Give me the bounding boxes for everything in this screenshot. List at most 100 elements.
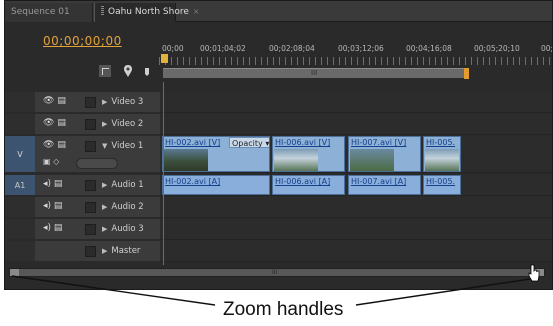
clip-name: HI-007.avi [V] bbox=[351, 138, 407, 147]
clip-name: HI-006.avi [V] bbox=[275, 138, 331, 147]
video-clip[interactable]: HI-005. bbox=[423, 136, 461, 172]
lock-toggle[interactable] bbox=[85, 246, 96, 257]
track-toggles: ◂) ▤ bbox=[43, 223, 62, 235]
playhead-line[interactable] bbox=[163, 82, 164, 265]
tab-sequence-01[interactable]: Sequence 01 bbox=[5, 3, 93, 22]
play-triangle-icon[interactable]: ▶ bbox=[102, 175, 107, 196]
film-icon[interactable]: ▤ bbox=[57, 118, 66, 128]
clip-name: HI-005. bbox=[426, 177, 456, 186]
lock-toggle[interactable] bbox=[85, 97, 96, 108]
track-audio-1[interactable]: A1 ◂) ▤ ▶ Audio 1 bbox=[5, 175, 160, 196]
track-lane[interactable] bbox=[5, 92, 35, 112]
video-clip[interactable]: HI-002.avi [V] Opacity ▾ bbox=[162, 136, 270, 172]
snap-icon[interactable] bbox=[98, 64, 112, 78]
track-audio-2[interactable]: ◂) ▤ ▶ Audio 2 bbox=[5, 197, 160, 218]
track-lane[interactable]: V bbox=[5, 136, 35, 172]
audio-clip[interactable]: HI-006.avi [A] bbox=[272, 175, 345, 195]
zoom-handles-caption: Zoom handles bbox=[223, 299, 344, 320]
track-toggles: 👁 ▤ bbox=[43, 96, 66, 108]
speaker-icon[interactable]: ◂) bbox=[43, 201, 51, 211]
add-marker-icon[interactable] bbox=[143, 64, 151, 78]
lock-toggle[interactable] bbox=[85, 224, 96, 235]
play-triangle-icon[interactable]: ▶ bbox=[102, 114, 107, 135]
speaker-icon[interactable]: ◂) bbox=[43, 223, 51, 233]
work-area-bar[interactable]: III bbox=[163, 68, 468, 78]
track-master[interactable]: ▶ Master bbox=[5, 241, 160, 262]
play-triangle-icon[interactable]: ▶ bbox=[102, 219, 107, 240]
track-lane[interactable] bbox=[5, 241, 35, 261]
play-triangle-icon[interactable]: ▶ bbox=[102, 92, 107, 113]
track-name: Video 3 bbox=[111, 97, 144, 107]
timeline-row-video-1[interactable]: HI-002.avi [V] Opacity ▾ HI-006.avi [V] … bbox=[160, 136, 552, 173]
track-video-1[interactable]: V 👁 ▤ ▼ Video 1 ▣ ◇ bbox=[5, 136, 160, 173]
time-ruler[interactable]: 00;00 00;01;04;02 00;02;08;04 00;03;12;0… bbox=[159, 37, 552, 81]
ruler-label: 00;03;12;06 bbox=[338, 44, 384, 53]
audio-clip[interactable]: HI-005. bbox=[423, 175, 461, 195]
audio-clip[interactable]: HI-002.avi [A] bbox=[162, 175, 270, 195]
track-name: Audio 1 bbox=[111, 180, 144, 190]
work-area-end-handle[interactable] bbox=[464, 68, 469, 79]
clip-name: HI-007.avi [A] bbox=[351, 177, 407, 186]
audio-clip[interactable]: HI-007.avi [A] bbox=[348, 175, 421, 195]
video-clip[interactable]: HI-006.avi [V] bbox=[272, 136, 345, 172]
film-icon[interactable]: ▤ bbox=[54, 201, 63, 211]
lock-toggle[interactable] bbox=[85, 141, 96, 152]
hand-cursor-icon bbox=[528, 264, 540, 282]
timeline-row-audio-3[interactable] bbox=[160, 219, 552, 240]
ruler-label: 00;01;04;02 bbox=[200, 44, 246, 53]
tab-label: Oahu North Shore bbox=[108, 7, 189, 17]
lock-toggle[interactable] bbox=[85, 202, 96, 213]
film-icon[interactable]: ▤ bbox=[57, 140, 66, 150]
play-triangle-icon[interactable]: ▶ bbox=[102, 241, 107, 262]
zoom-scrollbar[interactable]: III bbox=[9, 268, 545, 277]
track-lane[interactable] bbox=[5, 114, 35, 134]
zoom-handle-left[interactable] bbox=[10, 269, 19, 276]
film-icon[interactable]: ▤ bbox=[54, 179, 63, 189]
timeline-row-video-3[interactable] bbox=[160, 92, 552, 113]
effect-dropdown[interactable]: Opacity ▾ bbox=[229, 137, 269, 148]
keyframe-navigator[interactable] bbox=[76, 158, 118, 169]
timeline-row-video-2[interactable] bbox=[160, 114, 552, 135]
ruler-label: 00;05;20;10 bbox=[474, 44, 520, 53]
timeline-row-master[interactable] bbox=[160, 241, 552, 262]
track-name: Video 1 bbox=[111, 141, 144, 151]
clip-name: HI-005. bbox=[426, 138, 456, 147]
track-lane[interactable] bbox=[5, 219, 35, 239]
track-lane[interactable] bbox=[5, 197, 35, 217]
ruler-ticks bbox=[159, 57, 552, 65]
ruler-label: 00;04;16;08 bbox=[406, 44, 452, 53]
track-toggles: 👁 ▤ bbox=[43, 140, 66, 152]
track-audio-3[interactable]: ◂) ▤ ▶ Audio 3 bbox=[5, 219, 160, 240]
ruler-label: 00;02;08;04 bbox=[269, 44, 315, 53]
play-triangle-icon[interactable]: ▶ bbox=[102, 197, 107, 218]
chevron-down-icon[interactable]: ▼ bbox=[102, 136, 107, 157]
close-icon[interactable]: × bbox=[193, 7, 200, 16]
keyframe-icons[interactable]: ▣ ◇ bbox=[43, 157, 59, 166]
film-icon[interactable]: ▤ bbox=[54, 223, 63, 233]
eye-icon[interactable]: 👁 bbox=[43, 140, 54, 150]
lock-toggle[interactable] bbox=[85, 119, 96, 130]
lock-toggle[interactable] bbox=[85, 180, 96, 191]
tab-grip-icon[interactable] bbox=[101, 6, 104, 15]
clip-thumbnail bbox=[274, 149, 318, 171]
film-icon[interactable]: ▤ bbox=[57, 96, 66, 106]
video-clip[interactable]: HI-007.avi [V] bbox=[348, 136, 421, 172]
speaker-icon[interactable]: ◂) bbox=[43, 179, 51, 189]
timeline-panel: Sequence 01 Oahu North Shore × 00;00;00;0… bbox=[4, 0, 553, 290]
track-lane[interactable]: A1 bbox=[5, 175, 35, 195]
eye-icon[interactable]: 👁 bbox=[43, 96, 54, 106]
track-toggles: 👁 ▤ bbox=[43, 118, 66, 130]
current-timecode[interactable]: 00;00;00;00 bbox=[43, 34, 122, 48]
playhead-handle-icon[interactable] bbox=[161, 54, 168, 63]
marker-icon[interactable] bbox=[122, 64, 134, 78]
tab-oahu-north-shore[interactable]: Oahu North Shore × bbox=[94, 3, 200, 22]
timeline-row-audio-2[interactable] bbox=[160, 197, 552, 218]
timeline-row-audio-1[interactable]: HI-002.avi [A] HI-006.avi [A] HI-007.avi… bbox=[160, 175, 552, 196]
clip-thumbnail bbox=[425, 149, 459, 171]
track-video-3[interactable]: 👁 ▤ ▶ Video 3 bbox=[5, 92, 160, 113]
track-video-2[interactable]: 👁 ▤ ▶ Video 2 bbox=[5, 114, 160, 135]
eye-icon[interactable]: 👁 bbox=[43, 118, 54, 128]
clip-thumbnail bbox=[164, 149, 208, 171]
clip-name: HI-002.avi [A] bbox=[165, 177, 221, 186]
clip-name: HI-006.avi [A] bbox=[275, 177, 331, 186]
